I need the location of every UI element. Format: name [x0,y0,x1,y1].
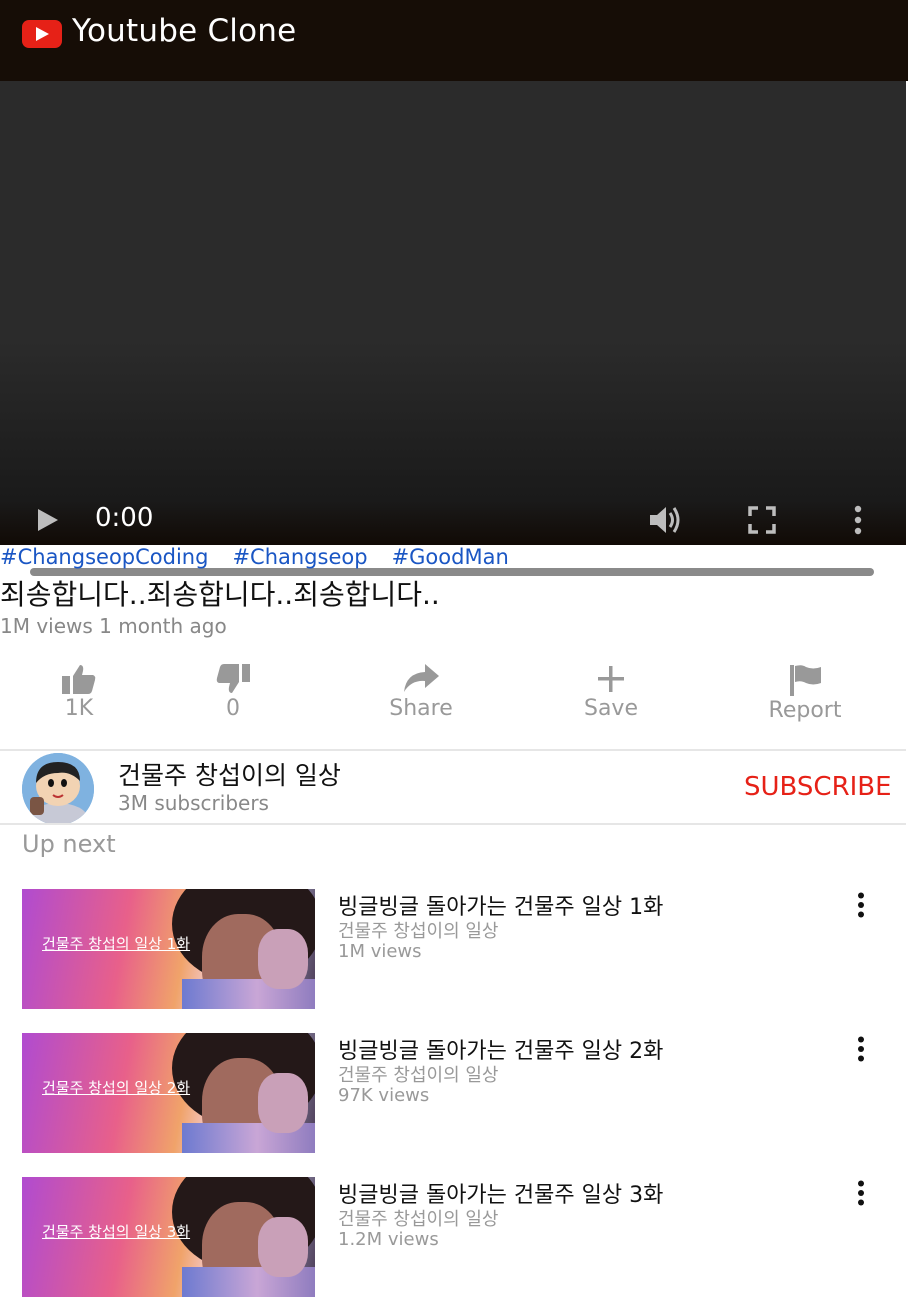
save-label: Save [583,696,638,721]
thumbs-up-icon [62,665,96,694]
hashtag-list: #ChangseopCoding #Changseop #GoodMan [0,545,533,569]
more-vert-icon[interactable] [855,1036,867,1066]
video-thumbnail[interactable]: 건물주 창섭의 일상 3화 [22,1177,315,1297]
dislike-button[interactable]: 0 [203,664,263,721]
video-title: 죄송합니다..죄송합니다..죄송합니다.. [0,578,440,611]
share-icon [404,664,439,692]
divider [0,749,906,751]
flag-icon [790,665,821,696]
item-views: 1M views [338,941,422,962]
thumbnail-caption: 건물주 창섭의 일상 3화 [42,1223,191,1241]
time-display: 0:00 [95,503,154,533]
hashtag-link[interactable]: #GoodMan [392,545,509,569]
video-meta: 1M views 1 month ago [0,614,227,638]
report-button[interactable]: Report [764,664,846,723]
channel-name[interactable]: 건물주 창섭이의 일상 [118,756,341,792]
item-views: 97K views [338,1085,430,1106]
up-next-heading: Up next [22,830,116,858]
item-channel: 건물주 창섭이의 일상 [338,1065,499,1086]
thumbnail-caption: 건물주 창섭의 일상 1화 [42,935,191,953]
save-button[interactable]: Save [578,664,644,721]
dislike-count: 0 [226,696,240,721]
volume-icon[interactable] [648,503,684,541]
hashtag-link[interactable]: #ChangseopCoding [0,545,208,569]
share-label: Share [389,696,453,721]
thumbs-down-icon [216,664,250,693]
list-item[interactable]: 건물주 창섭의 일상 2화 빙글빙글 돌아가는 건물주 일상 2화 건물주 창섭… [0,1033,906,1153]
play-icon[interactable] [36,507,60,537]
upload-age: 1 month ago [99,614,227,638]
more-vert-icon[interactable] [855,892,867,922]
list-item[interactable]: 건물주 창섭의 일상 3화 빙글빙글 돌아가는 건물주 일상 3화 건물주 창섭… [0,1177,906,1297]
subscriber-count: 3M subscribers [118,791,269,815]
like-count: 1K [64,696,94,721]
plus-icon [598,666,624,692]
more-vert-icon[interactable] [852,505,864,539]
divider [0,823,906,825]
channel-avatar[interactable] [22,753,94,825]
video-thumbnail[interactable]: 건물주 창섭의 일상 2화 [22,1033,315,1153]
hashtag-link[interactable]: #Changseop [232,545,367,569]
like-button[interactable]: 1K [48,664,110,721]
list-item[interactable]: 건물주 창섭의 일상 1화 빙글빙글 돌아가는 건물주 일상 1화 건물주 창섭… [0,889,906,1009]
fullscreen-icon[interactable] [748,506,776,538]
item-views: 1.2M views [338,1229,439,1250]
video-thumbnail[interactable]: 건물주 창섭의 일상 1화 [22,889,315,1009]
item-channel: 건물주 창섭이의 일상 [338,921,499,942]
view-count: 1M views [0,614,93,638]
app-title[interactable]: Youtube Clone [72,13,296,49]
more-vert-icon[interactable] [855,1180,867,1210]
report-label: Report [768,698,842,723]
item-channel: 건물주 창섭이의 일상 [338,1209,499,1230]
top-bar: Youtube Clone [0,0,908,81]
subscribe-button[interactable]: SUBSCRIBE [744,772,892,802]
share-button[interactable]: Share [383,664,459,721]
thumbnail-caption: 건물주 창섭의 일상 2화 [42,1079,191,1097]
youtube-play-icon[interactable] [22,20,62,48]
video-player[interactable]: 0:00 [0,81,906,576]
